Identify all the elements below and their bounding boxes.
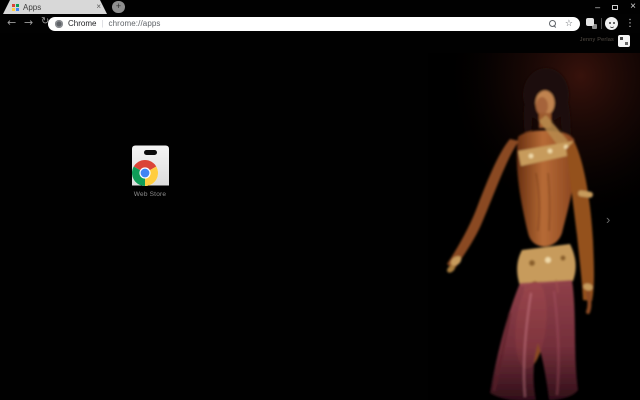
site-label: Chrome: [68, 19, 97, 28]
watermark-text: Jenny Perlas: [579, 37, 614, 43]
toolbar: ← → ↻ Chrome | chrome://apps ☆ ⋮: [0, 14, 640, 33]
chrome-web-store-bag-icon: [131, 145, 169, 186]
app-label: Web Store: [133, 191, 167, 198]
next-page-arrow[interactable]: ›: [606, 213, 610, 227]
maximize-button[interactable]: [612, 4, 619, 10]
apps-grid-icon: [12, 3, 19, 11]
extension-icon[interactable]: [586, 18, 599, 31]
close-window-button[interactable]: ×: [630, 1, 636, 13]
tab-close-icon[interactable]: ×: [96, 0, 101, 14]
bookmark-star-icon[interactable]: ☆: [565, 17, 573, 31]
title-bar: Apps × + – ×: [0, 0, 640, 14]
browser-menu-icon[interactable]: ⋮: [625, 16, 635, 31]
new-tab-button[interactable]: +: [112, 1, 125, 13]
tab-title: Apps: [23, 2, 42, 12]
url-text: chrome://apps: [108, 19, 161, 28]
watermark-logo-icon: [618, 35, 630, 47]
minimize-button[interactable]: –: [595, 2, 600, 12]
forward-button[interactable]: →: [24, 16, 33, 29]
toolbar-divider: [601, 18, 602, 29]
search-icon[interactable]: [548, 20, 556, 27]
window-controls: – ×: [595, 0, 636, 14]
address-bar[interactable]: Chrome | chrome://apps ☆: [48, 16, 580, 31]
profile-avatar[interactable]: [605, 17, 618, 30]
site-info-icon[interactable]: [55, 19, 63, 28]
tab-apps[interactable]: Apps ×: [3, 0, 107, 14]
browser-window: Apps × + – × ← → ↻ Chrome | chrome://app…: [0, 0, 640, 400]
app-tile-web-store[interactable]: Web Store: [120, 143, 180, 198]
url-separator: |: [101, 19, 104, 28]
back-button[interactable]: ←: [7, 16, 16, 29]
apps-page: Jenny Perlas Web Store ›: [0, 33, 640, 400]
